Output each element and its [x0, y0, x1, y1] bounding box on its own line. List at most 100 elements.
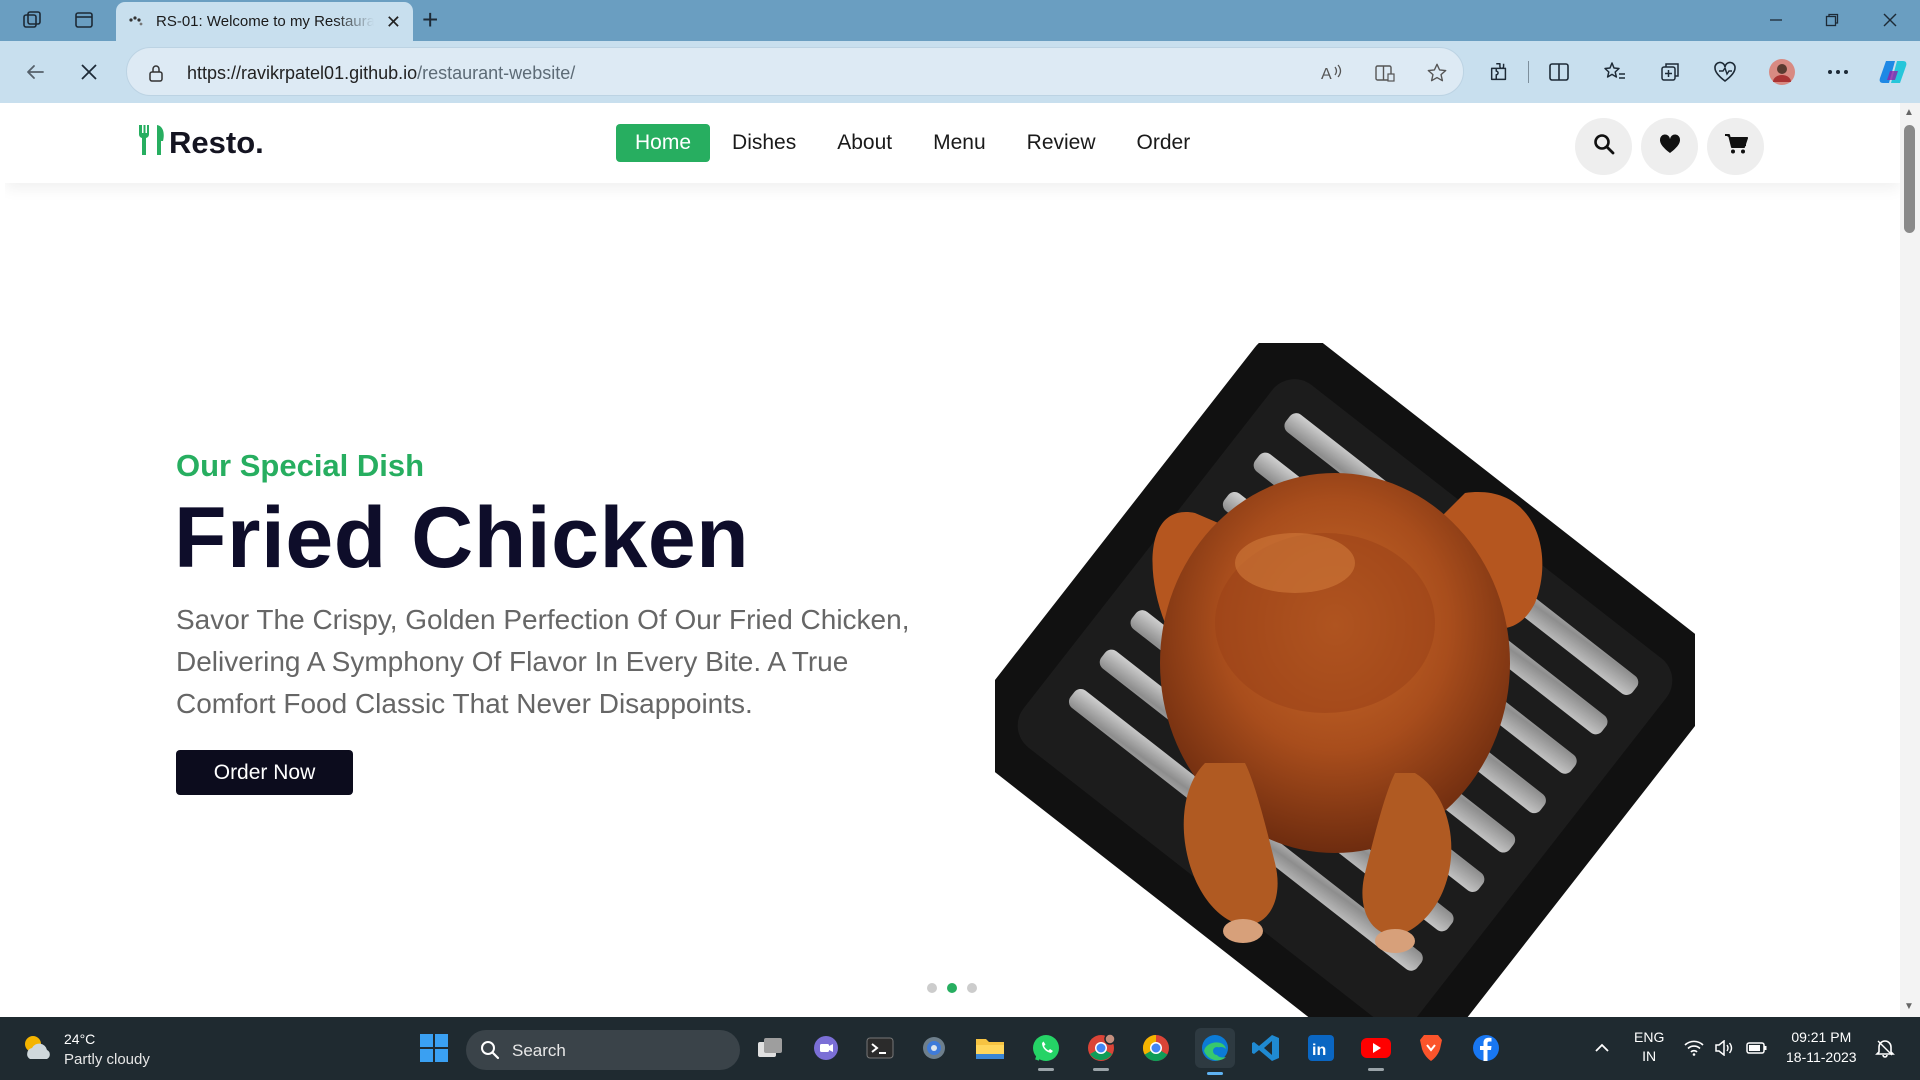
toolbar-divider [1528, 61, 1529, 83]
back-button[interactable] [20, 57, 50, 87]
minimize-button[interactable] [1756, 6, 1796, 34]
favorites-button[interactable] [1641, 118, 1698, 175]
brave-icon[interactable] [1415, 1032, 1447, 1064]
nav-dishes[interactable]: Dishes [713, 124, 815, 162]
partly-cloudy-icon[interactable] [20, 1031, 54, 1065]
favorite-star-icon[interactable] [1424, 60, 1450, 86]
slider-dot-3[interactable] [967, 983, 977, 993]
search-button[interactable] [1575, 118, 1632, 175]
more-menu-icon[interactable] [1823, 57, 1853, 87]
cart-button[interactable] [1707, 118, 1764, 175]
tab-actions-icon[interactable] [72, 8, 96, 32]
restore-button[interactable] [1812, 6, 1852, 34]
utensils-icon [137, 123, 167, 162]
page-viewport: Resto. Home Dishes About Menu Review Ord… [5, 103, 1900, 1017]
copilot-icon[interactable] [1878, 57, 1908, 87]
loading-icon [128, 15, 146, 29]
file-explorer-icon[interactable] [974, 1032, 1006, 1064]
scroll-down-arrow[interactable]: ▼ [1904, 1001, 1914, 1012]
nav-home[interactable]: Home [616, 124, 711, 162]
weather-description: Partly cloudy [64, 1051, 150, 1068]
linkedin-icon[interactable]: in [1305, 1032, 1337, 1064]
chrome-profile-icon[interactable] [1085, 1032, 1117, 1071]
youtube-icon[interactable] [1360, 1032, 1392, 1071]
search-placeholder: Search [512, 1041, 566, 1060]
running-indicator [1368, 1068, 1384, 1071]
settings-icon[interactable] [918, 1032, 950, 1064]
url-text[interactable]: https://ravikrpatel01.github.io/restaura… [187, 63, 575, 84]
scroll-thumb[interactable] [1904, 125, 1915, 233]
cart-icon [1724, 133, 1748, 160]
logo-text: Resto. [169, 124, 264, 160]
slider-dot-2[interactable] [947, 983, 957, 993]
language-code: ENG [1634, 1029, 1665, 1045]
heart-icon [1659, 134, 1681, 159]
hero-title: Fried Chicken [174, 490, 750, 586]
search-icon [481, 1041, 500, 1060]
vscode-icon[interactable] [1250, 1032, 1282, 1064]
running-indicator [1093, 1068, 1109, 1071]
tab-title: RS-01: Welcome to my Restaurant [156, 13, 374, 30]
search-icon [1593, 133, 1615, 160]
whatsapp-icon[interactable] [1030, 1032, 1062, 1071]
roast-chicken-image [995, 343, 1695, 1017]
url-host: https://ravikrpatel01.github.io [187, 63, 418, 83]
nav-order[interactable]: Order [1118, 124, 1210, 162]
slider-dots [927, 983, 987, 993]
notifications-bell-icon[interactable] [1872, 1032, 1898, 1064]
collections-icon[interactable] [1655, 57, 1685, 87]
nav-review[interactable]: Review [1008, 124, 1115, 162]
workspaces-icon[interactable] [20, 8, 44, 32]
browser-tab-bar: RS-01: Welcome to my Restaurant ✕ + [0, 0, 1920, 41]
taskbar-search[interactable]: Search [466, 1030, 740, 1070]
show-hidden-icons-chevron-icon[interactable] [1586, 1032, 1618, 1064]
site-header: Resto. Home Dishes About Menu Review Ord… [5, 103, 1900, 183]
language-indicator[interactable]: ENG IN [1634, 1029, 1664, 1064]
stop-loading-button[interactable] [74, 57, 104, 87]
tab-close-icon[interactable]: ✕ [386, 12, 401, 33]
clock-time: 09:21 PM [1791, 1029, 1852, 1045]
order-now-button[interactable]: Order Now [176, 750, 353, 795]
browser-essentials-icon[interactable] [1710, 57, 1740, 87]
profile-avatar[interactable] [1767, 57, 1797, 87]
favorites-icon[interactable] [1600, 57, 1630, 87]
immersive-reader-icon[interactable] [1372, 60, 1398, 86]
slider-dot-1[interactable] [927, 983, 937, 993]
nav-menu[interactable]: Menu [914, 124, 1005, 162]
task-view-icon[interactable] [754, 1032, 786, 1064]
active-indicator [1207, 1072, 1223, 1075]
hero-subtitle: Our Special Dish [176, 448, 425, 483]
url-path: /restaurant-website/ [417, 63, 576, 83]
address-bar[interactable]: https://ravikrpatel01.github.io/restaura… [126, 47, 1464, 96]
weather-temperature: 24°C [64, 1031, 96, 1047]
page-scrollbar[interactable]: ▲ ▼ [1900, 103, 1920, 1017]
hero-description: Savor The Crispy, Golden Perfection Of O… [176, 604, 910, 719]
clock-date: 18-11-2023 [1786, 1049, 1857, 1065]
edge-icon[interactable] [1195, 1028, 1235, 1075]
split-screen-icon[interactable] [1544, 57, 1574, 87]
facebook-icon[interactable] [1470, 1032, 1502, 1064]
tab-active[interactable]: RS-01: Welcome to my Restaurant ✕ [116, 2, 413, 41]
start-button[interactable] [418, 1032, 450, 1064]
read-aloud-icon[interactable]: A [1319, 60, 1345, 86]
close-window-button[interactable] [1870, 6, 1910, 34]
svg-text:in: in [1312, 1042, 1326, 1059]
nav-about[interactable]: About [818, 124, 911, 162]
site-logo[interactable]: Resto. [137, 123, 264, 162]
new-tab-button[interactable]: + [422, 6, 438, 34]
address-bar-row: https://ravikrpatel01.github.io/restaura… [0, 41, 1920, 103]
battery-icon[interactable] [1744, 1032, 1770, 1064]
clock[interactable]: 09:21 PM 18-11-2023 [1786, 1029, 1857, 1065]
wifi-icon[interactable] [1682, 1032, 1706, 1064]
running-indicator [1038, 1068, 1054, 1071]
meet-now-icon[interactable] [810, 1032, 842, 1064]
windows-taskbar: 24°C Partly cloudy Search in ENG IN 09:2… [0, 1017, 1920, 1080]
terminal-icon[interactable] [864, 1032, 896, 1064]
chrome-icon[interactable] [1140, 1032, 1172, 1064]
extensions-icon[interactable] [1484, 57, 1514, 87]
svg-text:A: A [1321, 66, 1332, 83]
main-nav: Home Dishes About Menu Review Order [616, 124, 1212, 162]
volume-icon[interactable] [1712, 1032, 1736, 1064]
scroll-up-arrow[interactable]: ▲ [1904, 107, 1914, 118]
lock-icon[interactable] [143, 60, 169, 86]
